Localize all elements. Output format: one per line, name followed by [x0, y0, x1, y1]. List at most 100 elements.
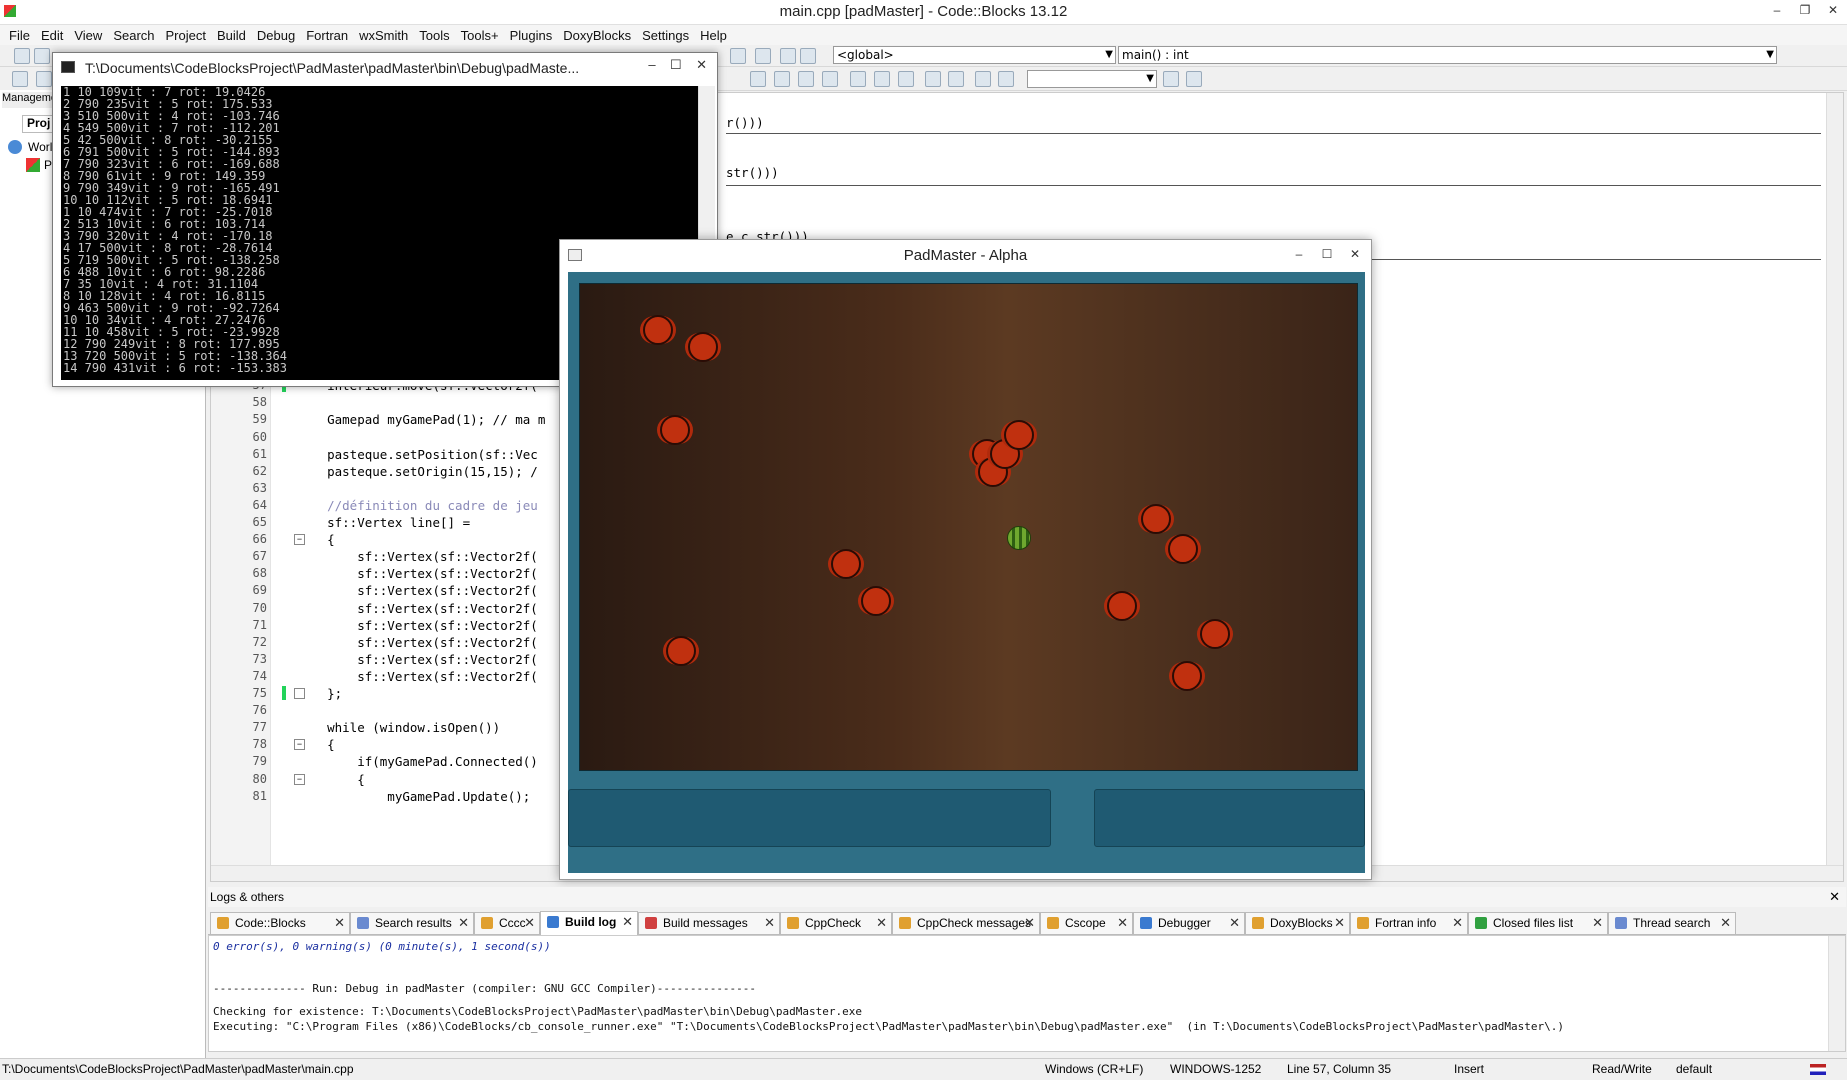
- close-button[interactable]: ✕: [1819, 0, 1847, 22]
- zoom-in-icon[interactable]: [925, 71, 941, 87]
- code-line[interactable]: sf::Vertex(sf::Vector2f(: [297, 583, 538, 598]
- debug-window-icon[interactable]: [755, 48, 771, 64]
- close-icon[interactable]: ✕: [1829, 887, 1840, 907]
- code-line[interactable]: //définition du cadre de jeu: [297, 498, 538, 513]
- log-tab[interactable]: Code::Blocks ✕: [210, 912, 350, 934]
- thesaurus-icon[interactable]: [998, 71, 1014, 87]
- close-tab-icon[interactable]: ✕: [1592, 913, 1603, 933]
- log-tab[interactable]: Fortran info ✕: [1350, 912, 1468, 934]
- menu-search[interactable]: Search: [110, 28, 162, 43]
- code-line[interactable]: sf::Vertex(sf::Vector2f(: [297, 601, 538, 616]
- menu-settings[interactable]: Settings: [639, 28, 697, 43]
- menu-build[interactable]: Build: [214, 28, 254, 43]
- build-icon[interactable]: [36, 71, 52, 87]
- abort-icon[interactable]: [780, 48, 796, 64]
- frame-icon[interactable]: [874, 71, 890, 87]
- log-tab[interactable]: Thread search ✕: [1608, 912, 1736, 934]
- run-icon[interactable]: [730, 48, 746, 64]
- maximize-button[interactable]: ❐: [1791, 0, 1819, 22]
- menu-wxsmith[interactable]: wxSmith: [356, 28, 416, 43]
- close-tab-icon[interactable]: ✕: [1720, 913, 1731, 933]
- fold-toggle[interactable]: −: [294, 534, 305, 546]
- block-icon[interactable]: [798, 71, 814, 87]
- close-tab-icon[interactable]: ✕: [1334, 913, 1345, 933]
- log-tab[interactable]: Cccc ✕: [474, 912, 540, 934]
- menu-view[interactable]: View: [71, 28, 110, 43]
- log-tab[interactable]: CppCheck messages ✕: [892, 912, 1040, 934]
- scope-combo[interactable]: <global> ▼: [833, 46, 1116, 64]
- menu-edit[interactable]: Edit: [38, 28, 71, 43]
- menu-plugins[interactable]: Plugins: [507, 28, 561, 43]
- menu-file[interactable]: File: [6, 28, 38, 43]
- close-tab-icon[interactable]: ✕: [764, 913, 775, 933]
- frame-icon[interactable]: [898, 71, 914, 87]
- log-tab[interactable]: Cscope ✕: [1040, 912, 1133, 934]
- menu-doxyblocks[interactable]: DoxyBlocks: [560, 28, 639, 43]
- game-window[interactable]: PadMaster - Alpha – ☐ ✕: [559, 239, 1372, 880]
- code-line[interactable]: pasteque.setOrigin(15,15); /: [297, 464, 538, 479]
- console-window-controls[interactable]: – ☐ ✕: [648, 57, 707, 73]
- menu-tools[interactable]: Tools: [416, 28, 457, 43]
- print-icon[interactable]: [12, 71, 28, 87]
- fold-toggle[interactable]: −: [294, 739, 305, 751]
- block-icon[interactable]: [750, 71, 766, 87]
- close-tab-icon[interactable]: ✕: [458, 913, 469, 933]
- code-line[interactable]: {: [297, 772, 365, 787]
- debug-stop-icon[interactable]: [800, 48, 816, 64]
- game-minimize-button[interactable]: –: [1285, 244, 1313, 266]
- symbol-combo[interactable]: main() : int ▼: [1118, 46, 1777, 64]
- code-line[interactable]: sf::Vertex(sf::Vector2f(: [297, 549, 538, 564]
- zoom-out-icon[interactable]: [948, 71, 964, 87]
- close-tab-icon[interactable]: ✕: [1229, 913, 1240, 933]
- log-tab[interactable]: Build log ✕: [540, 911, 638, 935]
- menu-project[interactable]: Project: [163, 28, 214, 43]
- log-tab[interactable]: Build messages ✕: [638, 912, 780, 934]
- close-tab-icon[interactable]: ✕: [876, 913, 887, 933]
- frame-icon[interactable]: [850, 71, 866, 87]
- editor-scrollbar[interactable]: [1826, 93, 1843, 881]
- game-viewport[interactable]: [568, 272, 1365, 873]
- spell-icon[interactable]: [975, 71, 991, 87]
- block-icon[interactable]: [774, 71, 790, 87]
- code-line[interactable]: sf::Vertex(sf::Vector2f(: [297, 652, 538, 667]
- code-line[interactable]: sf::Vertex(sf::Vector2f(: [297, 566, 538, 581]
- code-line[interactable]: sf::Vertex line[] =: [297, 515, 470, 530]
- new-file-icon[interactable]: [14, 48, 30, 64]
- code-line[interactable]: while (window.isOpen()): [297, 720, 500, 735]
- close-tab-icon[interactable]: ✕: [622, 912, 633, 932]
- game-close-button[interactable]: ✕: [1341, 244, 1369, 266]
- log-tab[interactable]: CppCheck ✕: [780, 912, 892, 934]
- code-line[interactable]: Gamepad myGamePad(1); // ma m: [297, 412, 545, 427]
- menu-help[interactable]: Help: [697, 28, 735, 43]
- log-tab[interactable]: Closed files list ✕: [1468, 912, 1608, 934]
- log-tab[interactable]: DoxyBlocks ✕: [1245, 912, 1350, 934]
- workspace-label[interactable]: Worl: [28, 140, 52, 154]
- code-line[interactable]: pasteque.setPosition(sf::Vec: [297, 447, 538, 462]
- project-label[interactable]: P: [44, 158, 52, 172]
- search-combo[interactable]: ▼: [1027, 70, 1157, 88]
- close-tab-icon[interactable]: ✕: [1117, 913, 1128, 933]
- close-tab-icon[interactable]: ✕: [1024, 913, 1035, 933]
- game-maximize-button[interactable]: ☐: [1313, 244, 1341, 266]
- close-tab-icon[interactable]: ✕: [1452, 913, 1463, 933]
- fold-toggle[interactable]: −: [294, 773, 305, 785]
- block-icon[interactable]: [822, 71, 838, 87]
- minimize-button[interactable]: –: [1763, 0, 1791, 22]
- code-line[interactable]: sf::Vertex(sf::Vector2f(: [297, 618, 538, 633]
- settings-icon[interactable]: [1186, 71, 1202, 87]
- code-line[interactable]: myGamePad.Update();: [297, 789, 530, 804]
- code-line[interactable]: if(myGamePad.Connected(): [297, 754, 538, 769]
- fold-toggle[interactable]: [294, 688, 305, 699]
- code-line[interactable]: sf::Vertex(sf::Vector2f(: [297, 669, 538, 684]
- code-line[interactable]: sf::Vertex(sf::Vector2f(: [297, 635, 538, 650]
- search-icon[interactable]: [1163, 71, 1179, 87]
- log-tab[interactable]: Debugger ✕: [1133, 912, 1245, 934]
- log-scrollbar[interactable]: [1828, 936, 1845, 1051]
- menu-fortran[interactable]: Fortran: [303, 28, 356, 43]
- menu-tools-plus[interactable]: Tools+: [458, 28, 507, 43]
- open-file-icon[interactable]: [34, 48, 50, 64]
- close-tab-icon[interactable]: ✕: [334, 913, 345, 933]
- close-tab-icon[interactable]: ✕: [524, 913, 535, 933]
- menu-debug[interactable]: Debug: [254, 28, 303, 43]
- log-tab[interactable]: Search results ✕: [350, 912, 474, 934]
